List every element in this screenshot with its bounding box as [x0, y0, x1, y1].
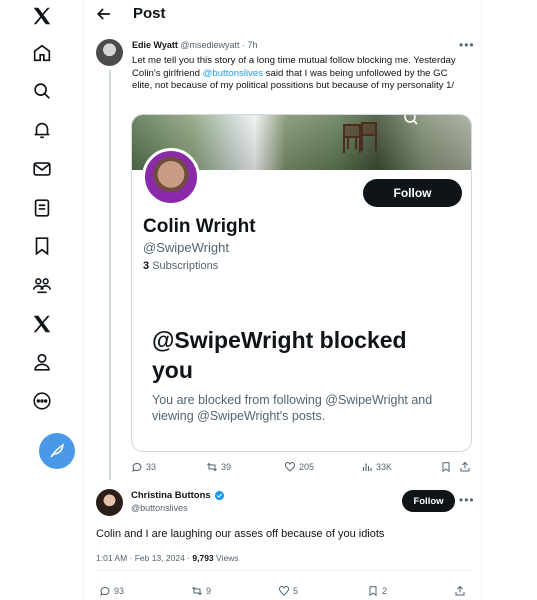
- compose-button[interactable]: [39, 433, 75, 469]
- follow-button: Follow: [363, 179, 462, 207]
- author-name[interactable]: Christina Buttons: [131, 490, 211, 501]
- blocked-heading: @SwipeWright blocked you: [152, 327, 407, 383]
- like-count: 5: [293, 586, 299, 596]
- views-chart-icon: [362, 463, 372, 471]
- more-options-icon[interactable]: •••: [459, 38, 475, 52]
- bookmark-icon: [369, 586, 377, 597]
- like-button[interactable]: 5: [278, 585, 298, 597]
- subscriptions-count: 3 Subscriptions: [143, 260, 218, 272]
- home-icon[interactable]: [29, 40, 55, 66]
- back-arrow-icon[interactable]: [94, 4, 114, 24]
- tweet2-author-name[interactable]: Christina Buttons: [131, 490, 225, 501]
- views-button[interactable]: 33K: [361, 461, 392, 473]
- messages-icon[interactable]: [29, 156, 55, 182]
- repost-icon: [207, 462, 217, 472]
- reply-button[interactable]: 93: [99, 585, 124, 597]
- mention-link[interactable]: @buttonslives: [203, 68, 263, 79]
- tweet-text: Let me tell you this story of a long tim…: [132, 55, 467, 93]
- lists-icon[interactable]: [29, 195, 55, 221]
- tweet-author-line: Edie Wyatt @msediewyatt · 7h: [132, 40, 258, 50]
- page-header: Post: [85, 0, 482, 30]
- tweet-timestamp[interactable]: 1:01 AM · Feb 13, 2024 ·: [96, 553, 192, 563]
- reply-button[interactable]: 33: [131, 461, 156, 473]
- subs-number: 3: [143, 260, 150, 272]
- views-count: 9,793: [192, 553, 214, 563]
- reply-count: 93: [114, 586, 125, 596]
- tweet-meta: 1:01 AM · Feb 13, 2024 · 9,793 Views: [96, 553, 239, 563]
- bookmark-icon: [442, 462, 450, 473]
- verified-badge-icon: [214, 490, 224, 501]
- notifications-icon[interactable]: [29, 117, 55, 143]
- bookmark-count: 2: [382, 586, 388, 596]
- bookmark-button[interactable]: [440, 461, 452, 473]
- blocked-message: You are blocked from following @SwipeWri…: [152, 393, 433, 423]
- profile-name: Colin Wright: [143, 216, 256, 237]
- views-count: 33K: [376, 462, 393, 472]
- author-handle[interactable]: @msediewyatt: [180, 40, 239, 50]
- author-handle[interactable]: @buttonslives: [131, 503, 188, 513]
- x-logo-icon[interactable]: [29, 3, 55, 29]
- follow-button[interactable]: Follow: [402, 490, 455, 512]
- premium-x-icon[interactable]: [29, 311, 55, 337]
- more-options-icon[interactable]: •••: [459, 493, 475, 507]
- main-column: Post Edie Wyatt @msediewyatt · 7h ••• Le…: [85, 0, 482, 600]
- heart-icon: [279, 586, 289, 596]
- embedded-screenshot[interactable]: Follow Colin Wright @SwipeWright 3 Subsc…: [131, 114, 472, 452]
- repost-icon: [192, 586, 202, 596]
- communities-icon[interactable]: [29, 272, 55, 298]
- reply-count: 33: [146, 462, 157, 472]
- bookmarks-icon[interactable]: [29, 233, 55, 259]
- share-icon: [455, 585, 465, 596]
- share-button[interactable]: [454, 585, 466, 597]
- share-icon: [460, 461, 470, 472]
- share-button[interactable]: [459, 461, 471, 473]
- like-count: 205: [299, 462, 315, 472]
- repost-button[interactable]: 9: [191, 585, 211, 597]
- divider: [96, 570, 471, 571]
- profile-icon[interactable]: [29, 349, 55, 375]
- thread-line: [109, 70, 111, 480]
- banner-search-icon: [404, 115, 418, 125]
- subs-label: Subscriptions: [152, 260, 219, 272]
- reply-icon: [132, 462, 142, 472]
- chair-graphic: [343, 122, 377, 153]
- heart-icon: [285, 462, 295, 472]
- repost-count: 39: [221, 462, 232, 472]
- tweet-time: · 7h: [242, 40, 258, 50]
- avatar[interactable]: [96, 489, 123, 516]
- like-button[interactable]: 205: [284, 461, 314, 473]
- search-icon[interactable]: [29, 78, 55, 104]
- sidebar-nav: [0, 0, 84, 600]
- repost-button[interactable]: 39: [206, 461, 231, 473]
- tweet-text: Colin and I are laughing our asses off b…: [96, 528, 385, 540]
- author-name[interactable]: Edie Wyatt: [132, 40, 178, 50]
- more-icon[interactable]: [29, 388, 55, 414]
- profile-avatar: [142, 148, 200, 206]
- repost-count: 9: [206, 586, 212, 596]
- avatar[interactable]: [96, 39, 123, 66]
- profile-handle: @SwipeWright: [143, 240, 229, 255]
- reply-icon: [100, 586, 110, 596]
- compose-feather-icon: [50, 443, 64, 458]
- bookmark-button[interactable]: 2: [367, 585, 387, 597]
- views-label: Views: [213, 553, 239, 563]
- page-title: Post: [133, 5, 166, 22]
